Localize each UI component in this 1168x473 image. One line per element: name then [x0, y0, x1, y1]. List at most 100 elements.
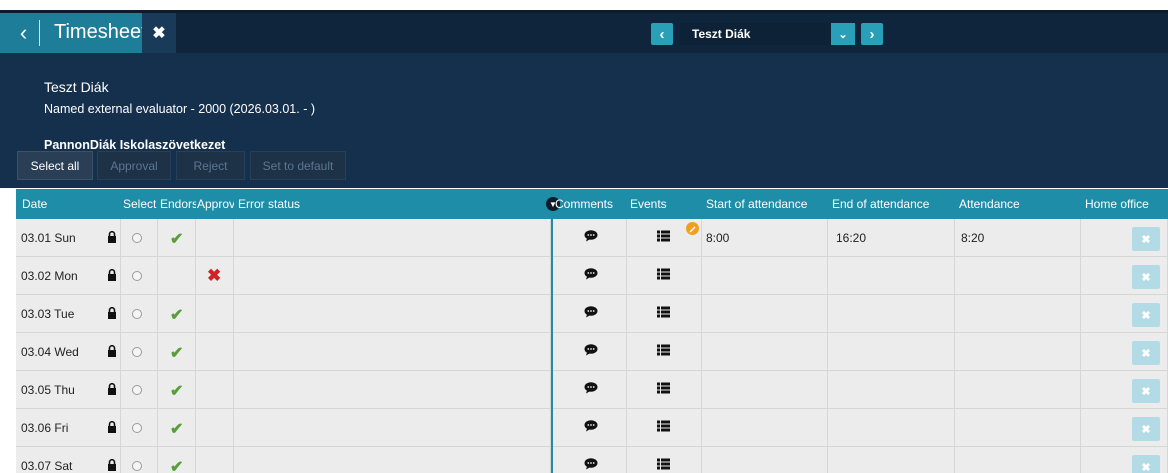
comment-icon[interactable]	[584, 420, 598, 432]
column-comments[interactable]: Comments	[555, 189, 625, 219]
chevron-down-icon[interactable]: ⌄	[831, 23, 855, 45]
select-radio[interactable]	[132, 309, 142, 319]
column-date[interactable]: Date	[22, 189, 118, 219]
list-icon[interactable]	[657, 268, 670, 280]
select-radio[interactable]	[132, 347, 142, 357]
comment-icon[interactable]	[584, 344, 598, 356]
table-cell	[955, 295, 1081, 333]
table-cell	[828, 333, 955, 371]
column-end-of-attendance[interactable]: End of attendance	[832, 189, 952, 219]
row-attendance: 8:20	[961, 231, 985, 245]
lock-icon	[107, 344, 117, 357]
comment-icon[interactable]	[584, 382, 598, 394]
list-icon[interactable]	[657, 306, 670, 318]
table-row[interactable]: 03.06 Fri ✔ ✖	[16, 409, 1168, 447]
list-icon[interactable]	[657, 420, 670, 432]
close-button[interactable]: ✖	[142, 13, 176, 53]
chevron-right-icon: ›	[869, 25, 875, 43]
column-start-of-attendance[interactable]: Start of attendance	[706, 189, 826, 219]
column-home-office[interactable]: Home office	[1085, 189, 1165, 219]
table-cell	[828, 447, 955, 473]
title-bar: ‹ Timesheet ✖ ‹ Teszt Diák ⌄ ›	[0, 13, 1168, 53]
table-cell	[196, 295, 234, 333]
column-events[interactable]: Events	[630, 189, 690, 219]
organization-name: PannonDiák Iskolaszövetkezet	[44, 138, 226, 152]
column-approval[interactable]: Approval	[197, 189, 234, 219]
column-error-status[interactable]: Error status	[238, 189, 438, 219]
home-office-toggle[interactable]: ✖	[1132, 455, 1160, 473]
home-office-toggle[interactable]: ✖	[1132, 417, 1160, 441]
column-attendance[interactable]: Attendance	[959, 189, 1059, 219]
table-cell	[702, 371, 828, 409]
home-office-toggle[interactable]: ✖	[1132, 303, 1160, 327]
comment-icon[interactable]	[584, 230, 598, 242]
lock-icon	[107, 382, 117, 395]
table-row[interactable]: 03.05 Thu ✔ ✖	[16, 371, 1168, 409]
pencil-icon[interactable]	[686, 222, 699, 235]
person-role: Named external evaluator - 2000 (2026.03…	[44, 102, 315, 116]
table-row[interactable]: 03.04 Wed ✔ ✖	[16, 333, 1168, 371]
table-cell	[702, 257, 828, 295]
list-icon[interactable]	[657, 382, 670, 394]
set-default-button[interactable]: Set to default	[250, 151, 346, 180]
row-date: 03.03 Tue	[21, 307, 75, 321]
row-date: 03.06 Fri	[21, 421, 69, 435]
home-office-toggle[interactable]: ✖	[1132, 341, 1160, 365]
check-icon: ✔	[170, 231, 184, 248]
table-cell	[234, 257, 551, 295]
person-select-value: Teszt Diák	[692, 27, 751, 41]
select-radio[interactable]	[132, 271, 142, 281]
check-icon: ✔	[170, 421, 184, 438]
select-radio[interactable]	[132, 385, 142, 395]
table-row[interactable]: 03.02 Mon ✖ ✖	[16, 257, 1168, 295]
list-icon[interactable]	[657, 458, 670, 470]
table-row[interactable]: 03.07 Sat ✔ ✖	[16, 447, 1168, 473]
table-row[interactable]: 03.01 Sun ✔ 8:00 16:20 8:20 ✖	[16, 219, 1168, 257]
select-radio[interactable]	[132, 461, 142, 471]
table-cell	[196, 409, 234, 447]
approval-button[interactable]: Approval	[97, 151, 171, 180]
select-radio[interactable]	[132, 233, 142, 243]
home-office-toggle[interactable]: ✖	[1132, 265, 1160, 289]
table-cell	[234, 333, 551, 371]
list-icon[interactable]	[657, 230, 670, 242]
comment-icon[interactable]	[584, 306, 598, 318]
lock-icon	[107, 230, 117, 243]
check-icon: ✔	[170, 459, 184, 473]
lock-icon	[107, 420, 117, 433]
check-icon: ✔	[170, 345, 184, 362]
table-cell	[158, 257, 196, 295]
table-row[interactable]: 03.03 Tue ✔ ✖	[16, 295, 1168, 333]
row-date: 03.04 Wed	[21, 345, 79, 359]
reject-button[interactable]: Reject	[176, 151, 245, 180]
chevron-left-icon: ‹	[19, 20, 28, 45]
select-all-button[interactable]: Select all	[17, 151, 93, 180]
column-select[interactable]: Select	[123, 189, 159, 219]
table-cell	[196, 333, 234, 371]
next-person-button[interactable]: ›	[861, 23, 883, 45]
row-date: 03.07 Sat	[21, 459, 73, 473]
lock-icon	[107, 458, 117, 471]
table-cell	[234, 371, 551, 409]
home-office-toggle[interactable]: ✖	[1132, 227, 1160, 251]
comment-icon[interactable]	[584, 458, 598, 470]
frozen-column-divider	[551, 219, 553, 473]
row-date: 03.02 Mon	[21, 269, 78, 283]
select-radio[interactable]	[132, 423, 142, 433]
table-cell	[828, 409, 955, 447]
row-start: 8:00	[706, 231, 730, 245]
column-endorse[interactable]: Endorsement	[160, 189, 196, 219]
person-select[interactable]: Teszt Diák ⌄	[680, 23, 855, 45]
previous-person-button[interactable]: ‹	[651, 23, 673, 45]
row-date: 03.05 Thu	[21, 383, 75, 397]
list-icon[interactable]	[657, 344, 670, 356]
table-cell	[196, 219, 234, 257]
table-cell	[234, 447, 551, 473]
home-office-toggle[interactable]: ✖	[1132, 379, 1160, 403]
table-cell	[955, 447, 1081, 473]
table-cell	[196, 447, 234, 473]
comment-icon[interactable]	[584, 268, 598, 280]
back-button[interactable]: ‹	[8, 20, 40, 46]
table-cell	[828, 295, 955, 333]
table-cell	[702, 295, 828, 333]
